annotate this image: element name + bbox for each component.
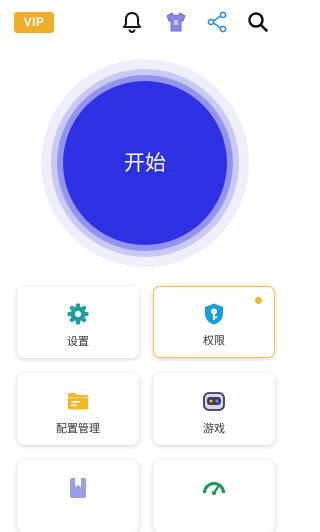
tile-config-management[interactable]: 配置管理 xyxy=(17,373,139,445)
tile-permissions-label: 权限 xyxy=(203,334,225,347)
tshirt-icon[interactable] xyxy=(164,10,188,34)
vip-badge[interactable]: VIP xyxy=(14,12,54,33)
tile-bookmark[interactable] xyxy=(17,460,139,532)
tile-games[interactable]: 游戏 xyxy=(153,373,275,445)
start-button[interactable]: 开始 xyxy=(63,81,227,245)
shield-key-icon xyxy=(205,303,223,325)
gear-icon xyxy=(67,303,89,325)
top-bar: VIP xyxy=(0,0,290,44)
bookmark-book-icon xyxy=(70,478,86,498)
bell-icon[interactable] xyxy=(120,10,144,34)
tile-speed[interactable] xyxy=(153,460,275,532)
notification-dot xyxy=(255,297,262,304)
folder-icon xyxy=(68,393,88,410)
tile-games-label: 游戏 xyxy=(203,422,225,435)
search-icon[interactable] xyxy=(246,10,270,34)
gamepad-icon xyxy=(203,392,225,411)
speedometer-icon xyxy=(202,481,226,496)
tile-settings[interactable]: 设置 xyxy=(17,286,139,358)
tile-config-management-label: 配置管理 xyxy=(56,422,100,435)
tile-permissions[interactable]: 权限 xyxy=(153,286,275,358)
share-icon[interactable] xyxy=(205,10,229,34)
tile-settings-label: 设置 xyxy=(67,335,89,348)
